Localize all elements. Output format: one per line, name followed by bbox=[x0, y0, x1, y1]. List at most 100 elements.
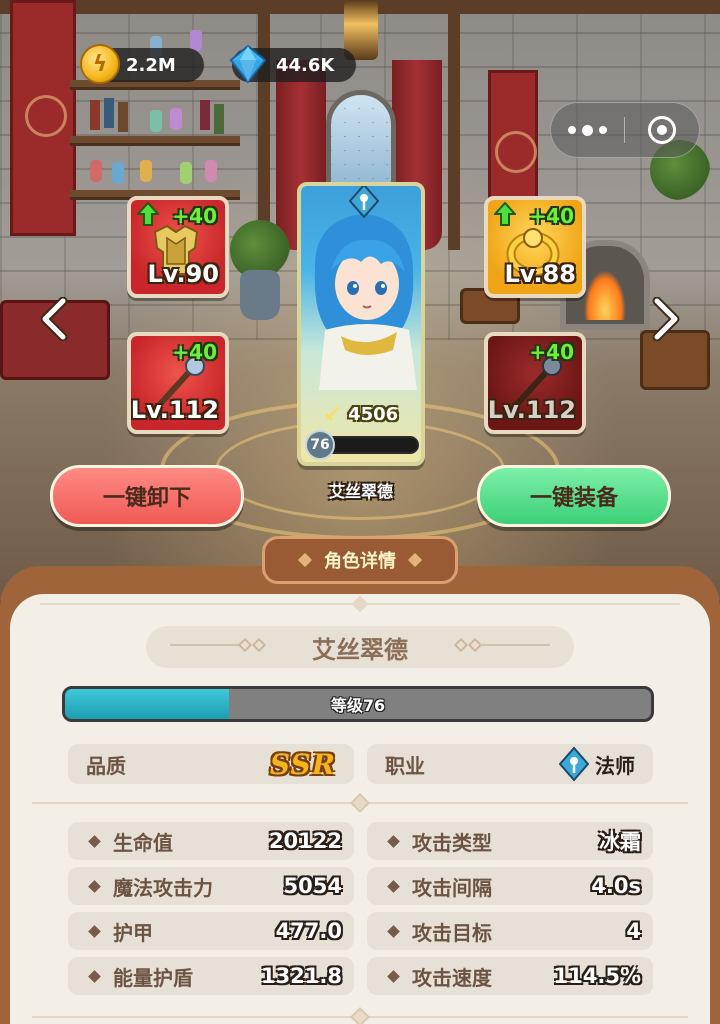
quality-label: 品质 bbox=[86, 753, 126, 778]
gold-coin-icon: ϟ bbox=[80, 44, 120, 84]
stat-value: 114.5% bbox=[553, 964, 641, 988]
stat-row: 生命值 20122 bbox=[68, 822, 354, 860]
stat-row: 攻击类型 冰霜 bbox=[367, 822, 653, 860]
stat-label: 能量护盾 bbox=[113, 965, 193, 990]
dot-icon bbox=[599, 126, 607, 134]
character-level-bar: 等级76 bbox=[62, 686, 654, 722]
item-level: Lv.112 bbox=[130, 396, 219, 424]
potion-bottle bbox=[205, 160, 217, 182]
stat-label: 攻击类型 bbox=[412, 830, 492, 855]
unequip-all-button[interactable]: 一键卸下 bbox=[50, 465, 244, 527]
bullet-diamond-icon bbox=[387, 879, 400, 893]
ornament-diamond-icon bbox=[453, 637, 469, 653]
more-menu-button[interactable] bbox=[551, 103, 624, 157]
equip-slot-staff[interactable]: +40 Lv.112 bbox=[127, 332, 229, 434]
stat-value: 4.0s bbox=[591, 874, 641, 898]
next-hero-button[interactable] bbox=[646, 294, 686, 344]
hero-card[interactable]: 4506 76 bbox=[297, 182, 425, 466]
chevron-right-icon bbox=[652, 297, 680, 341]
item-level: Lv.90 bbox=[147, 260, 220, 288]
hero-portrait bbox=[314, 201, 417, 390]
class-box: 职业 法师 bbox=[367, 744, 653, 784]
tab-character-details-label: 角色详情 bbox=[324, 551, 396, 572]
chevron-left-icon bbox=[40, 297, 68, 341]
combat-power-value: 4506 bbox=[348, 404, 399, 425]
equip-slot-ring[interactable]: +40 Lv.88 bbox=[484, 196, 586, 298]
wood-pillar bbox=[448, 0, 460, 250]
stat-row: 攻击速度 114.5% bbox=[367, 957, 653, 995]
ornament-line bbox=[480, 644, 550, 646]
stat-value: 冰霜 bbox=[599, 830, 641, 854]
diamond-icon bbox=[407, 552, 423, 568]
bullet-diamond-icon bbox=[88, 924, 101, 938]
stat-value: 4 bbox=[626, 919, 641, 943]
upgrade-bonus: +40 bbox=[172, 340, 217, 364]
stat-row: 能量护盾 1321.8 bbox=[68, 957, 354, 995]
character-level-text: 等级76 bbox=[330, 696, 386, 715]
upgrade-bonus: +40 bbox=[172, 204, 217, 228]
stat-label: 攻击速度 bbox=[412, 965, 492, 990]
bullet-diamond-icon bbox=[387, 924, 400, 938]
character-name: 艾丝翠德 bbox=[312, 635, 408, 664]
bullet-diamond-icon bbox=[88, 879, 101, 893]
character-name-plate: 艾丝翠德 bbox=[146, 626, 574, 668]
item-level: Lv.112 bbox=[487, 396, 576, 424]
hero-name-label: 艾丝翠德 bbox=[328, 482, 393, 501]
stat-label: 生命值 bbox=[113, 830, 173, 855]
equip-all-button[interactable]: 一键装备 bbox=[477, 465, 671, 527]
potion-bottle bbox=[150, 110, 162, 132]
target-icon bbox=[648, 116, 676, 144]
gem-counter[interactable]: 44.6K bbox=[229, 44, 356, 84]
book bbox=[104, 98, 114, 128]
item-level: Lv.88 bbox=[504, 260, 577, 288]
sword-icon bbox=[324, 405, 340, 422]
stat-value: 5054 bbox=[283, 874, 342, 898]
dot-icon bbox=[568, 126, 576, 134]
upgrade-bonus: +40 bbox=[529, 340, 574, 364]
stat-label: 攻击目标 bbox=[412, 920, 492, 945]
previous-hero-button[interactable] bbox=[34, 294, 74, 344]
class-label: 职业 bbox=[385, 753, 425, 778]
potion-bottle bbox=[170, 108, 182, 130]
potion-bottle bbox=[140, 160, 152, 182]
wall-banner bbox=[10, 0, 76, 236]
potion-bottle bbox=[112, 162, 124, 184]
hero-level-badge: 76 bbox=[305, 430, 335, 460]
bullet-diamond-icon bbox=[387, 834, 400, 848]
potion-bottle bbox=[180, 162, 192, 184]
stat-value: 477.0 bbox=[275, 919, 342, 943]
book bbox=[214, 104, 224, 134]
tab-character-details[interactable]: 角色详情 bbox=[262, 536, 458, 584]
ornament-diamond-icon bbox=[237, 637, 253, 653]
equip-slot-armor[interactable]: +40 Lv.90 bbox=[127, 196, 229, 298]
bullet-diamond-icon bbox=[88, 834, 101, 848]
equip-slot-staff-alt[interactable]: +40 Lv.112 bbox=[484, 332, 586, 434]
combat-power: 4506 bbox=[301, 404, 421, 425]
class-value: 法师 bbox=[595, 753, 635, 778]
stat-value: 20122 bbox=[268, 829, 342, 853]
quality-box: 品质 SSR bbox=[68, 744, 354, 784]
stat-row: 护甲 477.0 bbox=[68, 912, 354, 950]
shelf bbox=[70, 136, 240, 146]
bullet-diamond-icon bbox=[88, 969, 101, 983]
ornament-diamond-icon bbox=[251, 637, 267, 653]
gold-counter[interactable]: ϟ 2.2M bbox=[80, 44, 204, 84]
upgrade-bonus: +40 bbox=[529, 204, 574, 228]
wood-pillar bbox=[258, 0, 270, 250]
stat-row: 攻击目标 4 bbox=[367, 912, 653, 950]
stat-label: 护甲 bbox=[113, 920, 153, 945]
bullet-diamond-icon bbox=[387, 969, 400, 983]
ornament-line bbox=[170, 644, 240, 646]
diamond-icon bbox=[297, 552, 313, 568]
stat-label: 攻击间隔 bbox=[412, 875, 492, 900]
book bbox=[200, 100, 210, 130]
stat-value: 1321.8 bbox=[260, 964, 342, 988]
plant-pot bbox=[240, 270, 280, 320]
book bbox=[118, 102, 128, 132]
gold-amount: 2.2M bbox=[126, 54, 176, 76]
gem-amount: 44.6K bbox=[276, 54, 335, 76]
mage-class-icon bbox=[559, 747, 589, 781]
stat-row: 魔法攻击力 5054 bbox=[68, 867, 354, 905]
close-mini-program-button[interactable] bbox=[625, 103, 699, 157]
potion-bottle bbox=[90, 160, 102, 182]
